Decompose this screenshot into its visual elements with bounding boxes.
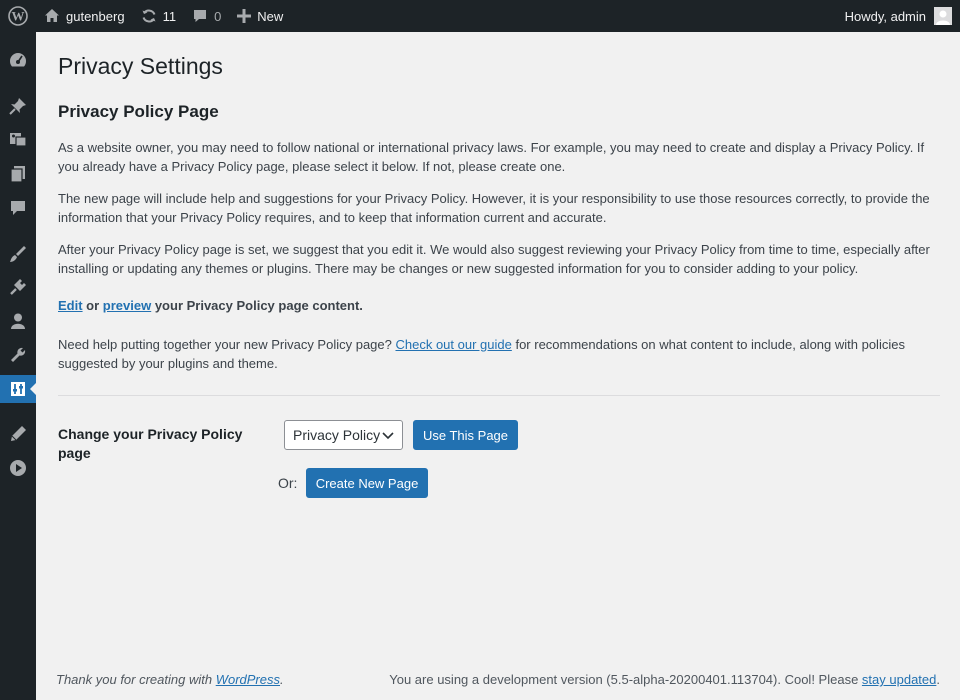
footer: Thank you for creating with WordPress. Y… [56, 672, 940, 687]
help-prefix-text: Need help putting together your new Priv… [58, 337, 396, 352]
thanks-suffix: . [280, 672, 284, 687]
new-content-menu[interactable]: New [229, 0, 291, 32]
updates-icon [141, 8, 157, 24]
home-icon [44, 8, 60, 24]
page-title: Privacy Settings [58, 53, 223, 79]
main-content: Privacy Settings Privacy Policy Page As … [58, 32, 940, 506]
select-value: Privacy Policy [293, 427, 381, 443]
version-text: You are using a development version (5.5… [389, 672, 862, 687]
edit-preview-line: Edit or preview your Privacy Policy page… [58, 296, 940, 315]
privacy-page-form: Change your Privacy Policy page Privacy … [58, 396, 940, 506]
wordpress-link[interactable]: WordPress [216, 672, 280, 687]
greeting-text: Howdy, admin [844, 8, 926, 24]
admin-bar: W gutenberg 11 0 New Howdy, admin [0, 0, 960, 32]
gutenberg-icon[interactable] [0, 420, 36, 448]
help-paragraph: Need help putting together your new Priv… [58, 335, 940, 373]
edit-link[interactable]: Edit [58, 298, 83, 313]
footer-thanks: Thank you for creating with WordPress. [56, 672, 284, 687]
settings-icon[interactable] [0, 375, 36, 403]
guide-link[interactable]: Check out our guide [395, 337, 511, 352]
site-name-menu[interactable]: gutenberg [36, 0, 133, 32]
chevron-down-icon [382, 427, 394, 443]
updates-menu[interactable]: 11 [133, 0, 185, 32]
version-suffix: . [936, 672, 940, 687]
posts-icon[interactable] [0, 92, 36, 120]
or-label: Or: [278, 475, 298, 491]
updates-count: 11 [162, 8, 177, 24]
footer-version: You are using a development version (5.5… [389, 672, 940, 687]
section-title: Privacy Policy Page [58, 102, 219, 121]
comments-count: 0 [214, 8, 222, 24]
users-icon[interactable] [0, 307, 36, 335]
intro-paragraph: As a website owner, you may need to foll… [58, 140, 925, 174]
thanks-prefix: Thank you for creating with [56, 672, 216, 687]
form-label: Change your Privacy Policy page [58, 426, 243, 461]
comments-icon[interactable] [0, 194, 36, 222]
avatar [934, 7, 952, 25]
site-name-label: gutenberg [66, 8, 125, 24]
create-new-page-button[interactable]: Create New Page [306, 468, 428, 498]
pages-icon[interactable] [0, 160, 36, 188]
appearance-icon[interactable] [0, 240, 36, 268]
new-label: New [257, 8, 284, 24]
plus-icon [237, 9, 252, 23]
preview-link[interactable]: preview [103, 298, 151, 313]
dashboard-icon[interactable] [0, 46, 36, 74]
use-this-page-button[interactable]: Use This Page [413, 420, 518, 450]
privacy-page-select[interactable]: Privacy Policy [284, 420, 403, 450]
comments-menu[interactable]: 0 [184, 0, 229, 32]
new-page-paragraph: The new page will include help and sugge… [58, 191, 930, 225]
admin-sidebar [0, 32, 36, 700]
comment-bubble-icon [192, 8, 208, 24]
or-text: or [82, 298, 103, 313]
wordpress-logo-icon[interactable]: W [0, 0, 36, 32]
tools-icon[interactable] [0, 341, 36, 369]
collapse-icon[interactable] [0, 454, 36, 482]
plugins-icon[interactable] [0, 273, 36, 301]
after-setup-paragraph: After your Privacy Policy page is set, w… [58, 242, 930, 276]
svg-text:W: W [12, 9, 25, 24]
my-account-menu[interactable]: Howdy, admin [837, 0, 960, 32]
media-icon[interactable] [0, 125, 36, 153]
edit-suffix-text: your Privacy Policy page content. [151, 298, 363, 313]
stay-updated-link[interactable]: stay updated [862, 672, 936, 687]
